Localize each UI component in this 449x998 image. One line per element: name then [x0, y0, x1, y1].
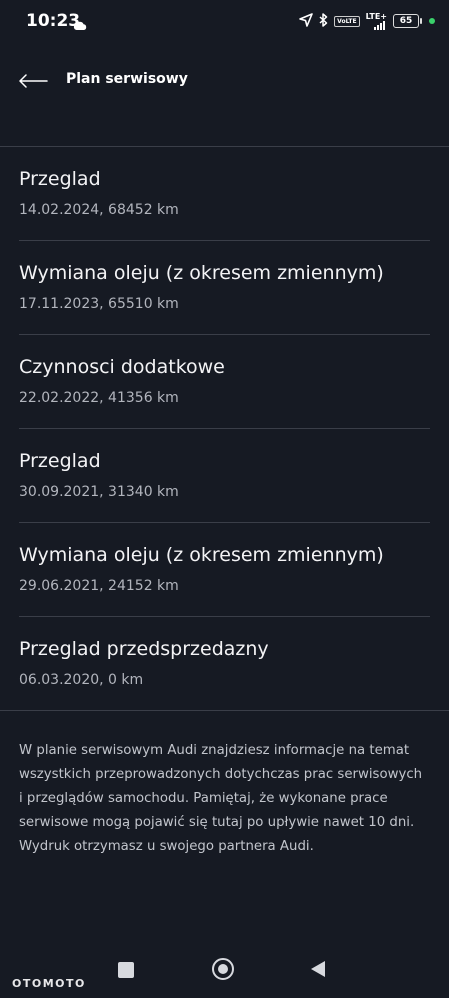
service-date-mileage: 22.02.2022, 41356 km [19, 390, 179, 406]
service-title: Przeglad [19, 168, 101, 190]
service-date-mileage: 14.02.2024, 68452 km [19, 202, 179, 218]
service-date-mileage: 17.11.2023, 65510 km [19, 296, 179, 312]
system-nav-bar [0, 946, 449, 998]
service-title: Wymiana oleju (z okresem zmiennym) [19, 544, 384, 566]
service-item[interactable]: Przeglad przedsprzedazny 06.03.2020, 0 k… [0, 617, 449, 711]
back-triangle-icon[interactable] [310, 960, 326, 982]
cloud-icon [73, 15, 87, 34]
status-time: 10:23 [26, 11, 81, 31]
battery-icon: 65 [393, 14, 422, 28]
home-circle-icon[interactable] [212, 958, 234, 980]
app-header: Plan serwisowy [0, 58, 449, 104]
location-arrow-icon [299, 12, 313, 31]
service-plan-info-text: W planie serwisowym Audi znajdziesz info… [19, 743, 423, 855]
privacy-indicator-dot [429, 18, 435, 24]
service-date-mileage: 30.09.2021, 31340 km [19, 484, 179, 500]
lte-label: LTE+ [365, 11, 387, 21]
back-button[interactable] [14, 66, 52, 96]
service-title: Czynnosci dodatkowe [19, 356, 225, 378]
status-bar: 10:23 VoLTE LTE+ 65 [0, 0, 449, 42]
watermark-logo: OTOMOTO [12, 977, 86, 990]
service-item[interactable]: Przeglad 30.09.2021, 31340 km [0, 429, 449, 523]
bluetooth-icon [319, 12, 328, 31]
arrow-left-icon [19, 74, 48, 88]
service-list: Przeglad 14.02.2024, 68452 km Wymiana ol… [0, 147, 449, 711]
recents-square-icon[interactable] [118, 962, 134, 978]
service-date-mileage: 29.06.2021, 24152 km [19, 578, 179, 594]
service-title: Przeglad [19, 450, 101, 472]
service-title: Przeglad przedsprzedazny [19, 638, 269, 660]
signal-icon: LTE+ [365, 11, 387, 30]
service-item[interactable]: Wymiana oleju (z okresem zmiennym) 17.11… [0, 241, 449, 335]
divider [0, 710, 449, 711]
service-date-mileage: 06.03.2020, 0 km [19, 672, 144, 688]
service-item[interactable]: Wymiana oleju (z okresem zmiennym) 29.06… [0, 523, 449, 617]
service-item[interactable]: Czynnosci dodatkowe 22.02.2022, 41356 km [0, 335, 449, 429]
volte-badge: VoLTE [334, 15, 360, 27]
service-item[interactable]: Przeglad 14.02.2024, 68452 km [0, 147, 449, 241]
status-icons: VoLTE LTE+ 65 [299, 12, 435, 30]
service-title: Wymiana oleju (z okresem zmiennym) [19, 262, 384, 284]
page-title: Plan serwisowy [66, 71, 188, 87]
